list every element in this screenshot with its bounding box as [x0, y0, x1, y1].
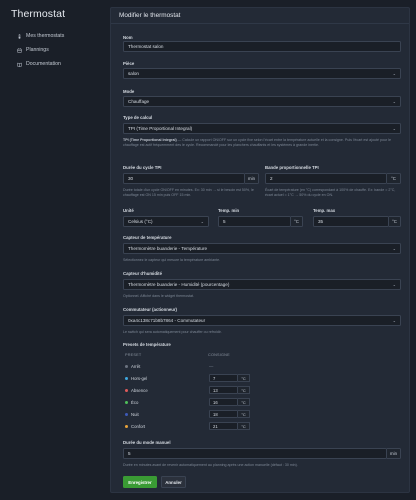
- presets-label: Presets de température: [123, 342, 171, 347]
- chevron-down-icon: ⌄: [392, 71, 396, 76]
- thermometer-icon: [16, 33, 22, 39]
- status-dot: [125, 413, 128, 416]
- cycle-unit: min: [245, 173, 259, 184]
- band-input[interactable]: 2: [265, 173, 387, 184]
- calc-label: Type de calcul: [123, 115, 153, 120]
- actuator-select[interactable]: 0xa4c138c71b8b7864 - Commutateur ⌄: [123, 315, 401, 326]
- preset-row-nuit: Nuit: [125, 412, 139, 417]
- unit-label: Unité: [123, 208, 134, 213]
- band-unit: °C: [387, 173, 401, 184]
- status-dot: [125, 389, 128, 392]
- preset-row-confort: Confort: [125, 424, 145, 429]
- temp-sensor-select[interactable]: Thermomètre buanderie - Température ⌄: [123, 243, 401, 254]
- sidebar-item-thermostats[interactable]: Mes thermostats: [16, 29, 64, 43]
- status-dot: [125, 425, 128, 428]
- calc-select[interactable]: TPI (Time Proportional Integral) ⌄: [123, 123, 401, 134]
- preset-value-arret: —: [209, 364, 214, 369]
- chevron-down-icon: ⌄: [200, 219, 204, 224]
- preset-unit: °C: [238, 398, 250, 406]
- manual-duration-input[interactable]: 5: [123, 448, 387, 459]
- preset-row-hors-gel: Hors-gel: [125, 376, 147, 381]
- status-dot: [125, 377, 128, 380]
- status-dot: [125, 401, 128, 404]
- hum-sensor-help: Optionnel. Affiché dans le widget thermo…: [123, 294, 195, 298]
- actuator-label: Commutateur (actionneur): [123, 307, 177, 312]
- sidebar-item-documentation[interactable]: Documentation: [16, 57, 64, 71]
- temp-sensor-help: Sélectionnez le capteur qui mesure la te…: [123, 258, 221, 262]
- preset-input-confort[interactable]: 21: [209, 422, 238, 430]
- cycle-input[interactable]: 30: [123, 173, 245, 184]
- chevron-down-icon: ⌄: [392, 246, 396, 251]
- sidebar: Thermostat Mes thermostats Plannings Doc…: [0, 0, 110, 500]
- preset-row-arret: Arrêt: [125, 364, 140, 369]
- preset-unit: °C: [238, 422, 250, 430]
- sidebar-item-plannings[interactable]: Plannings: [16, 43, 64, 57]
- mode-select[interactable]: Chauffage ⌄: [123, 96, 401, 107]
- chevron-down-icon: ⌄: [392, 282, 396, 287]
- manual-duration-unit: min: [387, 448, 401, 459]
- hum-sensor-label: Capteur d'humidité: [123, 271, 162, 276]
- tmin-label: Temp. min: [218, 208, 240, 213]
- chevron-down-icon: ⌄: [392, 99, 396, 104]
- preset-input-absence[interactable]: 13: [209, 386, 238, 394]
- preset-input-hors-gel[interactable]: 7: [209, 374, 238, 382]
- tmax-label: Temp. max: [313, 208, 336, 213]
- chevron-down-icon: ⌄: [392, 318, 396, 323]
- preset-row-eco: Éco: [125, 400, 138, 405]
- status-dot: [125, 365, 128, 368]
- setpoint-column-header: CONSIGNE: [208, 353, 230, 357]
- card-title: Modifier le thermostat: [111, 8, 409, 24]
- sidebar-nav: Mes thermostats Plannings Documentation: [16, 29, 64, 71]
- preset-input-nuit[interactable]: 18: [209, 410, 238, 418]
- band-label: Bande proportionnelle TPI: [265, 165, 319, 170]
- preset-unit: °C: [238, 386, 250, 394]
- preset-input-eco[interactable]: 16: [209, 398, 238, 406]
- manual-duration-label: Durée du mode manuel: [123, 440, 171, 445]
- tmax-unit: °C: [389, 216, 401, 227]
- sidebar-item-label: Plannings: [26, 47, 49, 53]
- edit-thermostat-card: Modifier le thermostat Nom Thermostat sa…: [110, 7, 410, 493]
- app-title: Thermostat: [11, 8, 66, 20]
- room-select[interactable]: salon ⌄: [123, 68, 401, 79]
- name-input[interactable]: Thermostat salon: [123, 41, 401, 52]
- calendar-icon: [16, 47, 22, 53]
- preset-row-absence: Absence: [125, 388, 148, 393]
- book-icon: [16, 61, 22, 67]
- cycle-label: Durée du cycle TPI: [123, 165, 162, 170]
- chevron-down-icon: ⌄: [392, 126, 396, 131]
- band-help: Écart de température (en °C) corresponda…: [265, 188, 396, 197]
- manual-duration-help: Durée en minutes avant de revenir automa…: [123, 463, 298, 467]
- temp-sensor-label: Capteur de température: [123, 235, 172, 240]
- preset-unit: °C: [238, 374, 250, 382]
- tmax-input[interactable]: 35: [313, 216, 389, 227]
- tmin-input[interactable]: 5: [218, 216, 291, 227]
- hum-sensor-select[interactable]: Thermomètre buanderie - Humidité (pource…: [123, 279, 401, 290]
- mode-label: Mode: [123, 89, 135, 94]
- preset-column-header: PRESET: [125, 353, 142, 357]
- preset-unit: °C: [238, 410, 250, 418]
- sidebar-item-label: Documentation: [26, 61, 61, 67]
- room-label: Pièce: [123, 61, 135, 66]
- tmin-unit: °C: [291, 216, 303, 227]
- unit-select[interactable]: Celsius (°C) ⌄: [123, 216, 209, 227]
- actuator-help: Le switch qui sera automatiquement pour …: [123, 330, 222, 334]
- save-button[interactable]: Enregistrer: [123, 476, 157, 488]
- calc-help: TPI (Time Proportional Integral) — Calcu…: [123, 138, 391, 147]
- cycle-help: Durée totale d'un cycle ON/OFF en minute…: [123, 188, 254, 197]
- sidebar-item-label: Mes thermostats: [26, 33, 65, 39]
- name-label: Nom: [123, 35, 133, 40]
- cancel-button[interactable]: Annuler: [161, 476, 186, 488]
